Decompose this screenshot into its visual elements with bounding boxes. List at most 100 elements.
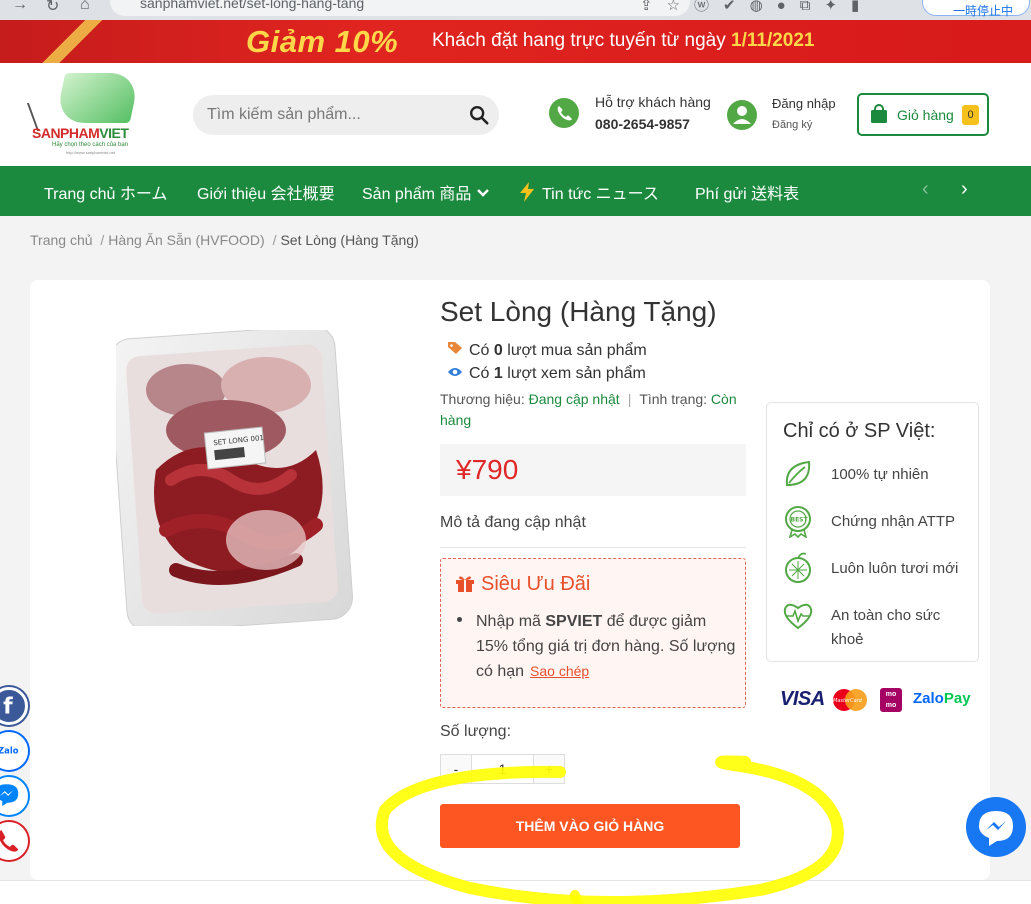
shopping-bag-icon (871, 104, 887, 123)
nav-item-products[interactable]: Sản phẩm 商品 (362, 180, 490, 204)
messenger-icon (0, 784, 19, 807)
svg-text:Zalo: Zalo (0, 746, 19, 756)
fresh-fruit-icon (785, 552, 811, 583)
eye-icon (448, 368, 462, 376)
quantity-label: Số lượng: (440, 723, 512, 740)
messenger-chat-button[interactable] (966, 797, 1026, 857)
phone-call-icon (0, 830, 19, 852)
feature-text: 100% tự nhiên (831, 466, 929, 483)
facebook-button[interactable]: f (0, 687, 28, 725)
reload-icon[interactable]: ↻ (46, 0, 59, 16)
breadcrumb-category[interactable]: Hàng Ăn Sẵn (HVFOOD) (108, 232, 264, 248)
home-icon[interactable]: ⌂ (80, 0, 90, 14)
promo-banner[interactable]: Giảm 10% Khách đặt hang trực tuyến từ ng… (0, 20, 1031, 63)
breadcrumb-home[interactable]: Trang chủ (30, 232, 93, 248)
support-label: Hỗ trợ khách hàng (595, 94, 711, 110)
breadcrumb: Trang chủ / Hàng Ăn Sẵn (HVFOOD) / Set Lòn… (30, 232, 419, 248)
product-description: Mô tả đang cập nhật (440, 514, 586, 531)
add-to-cart-button[interactable]: THÊM VÀO GIỎ HÀNG (440, 804, 740, 848)
nav-item-about[interactable]: Giới thiệu 会社概要 (197, 180, 335, 204)
product-title: Set Lòng (Hàng Tặng) (440, 296, 717, 327)
momo-logo: mo mo (880, 688, 902, 712)
promo-code: SPVIET (545, 613, 603, 630)
nav-item-home[interactable]: Trang chủ ホーム (44, 180, 167, 204)
pause-sync-button[interactable]: 一時停止中 (922, 0, 1030, 18)
breadcrumb-current: Set Lòng (Hàng Tặng) (280, 232, 419, 248)
promo-text: Khách đặt hang trực tuyến từ ngày 1/11/2… (432, 30, 815, 51)
brand-label: Thương hiệu: (440, 391, 525, 407)
cart-label: Giỏ hàng (897, 107, 954, 123)
mastercard-logo: MasterCard (833, 689, 867, 711)
tag-icon (448, 342, 462, 354)
status-label: Tình trạng: (639, 391, 708, 407)
lightning-icon (520, 182, 534, 202)
zalo-button[interactable]: Zalo (0, 732, 28, 770)
nav-item-news[interactable]: Tin tức ニュース (518, 180, 659, 204)
feature-text: Luôn luôn tươi mới (831, 560, 959, 577)
register-link[interactable]: Đăng ký (772, 119, 812, 131)
search-box (193, 95, 499, 135)
heart-pulse-icon (783, 603, 813, 630)
svg-text:BEST: BEST (791, 517, 809, 524)
page-footer-edge (0, 880, 1031, 904)
price-box: ¥790 (440, 444, 746, 496)
best-badge-icon: BEST (785, 506, 811, 538)
deal-text: Nhập mã SPVIET để được giảm 15% tổng giá… (476, 613, 736, 680)
features-box: Chỉ có ở SP Việt: 100% tự nhiên BEST Chứ… (766, 402, 979, 662)
quantity-plus-button[interactable]: + (534, 755, 564, 783)
logo-slogan: Hãy chọn theo cách của bạn (52, 142, 129, 148)
zalopay-logo: ZaloPay (913, 690, 971, 707)
logo-url: http://www.sanphamviet.net (66, 150, 115, 155)
leaf-icon (785, 460, 811, 487)
phone-icon (549, 98, 579, 128)
deal-box: Siêu Ưu Đãi Nhập mã SPVIET để được giảm … (440, 558, 746, 708)
search-input[interactable] (207, 103, 457, 127)
nav-next-icon[interactable]: › (961, 178, 968, 201)
search-icon[interactable] (468, 104, 490, 126)
promo-headline: Giảm 10% (246, 24, 399, 59)
purchase-count: Có 0 lượt mua sản phẩm (447, 341, 647, 360)
messenger-icon (979, 811, 1013, 846)
bullet (457, 617, 462, 622)
quantity-input[interactable]: 1 (471, 755, 534, 783)
logo-wordmark: SANPHAMVIET (32, 125, 129, 141)
phone-call-button[interactable] (0, 822, 28, 860)
site-logo[interactable]: SANPHAMVIET Hãy chọn theo cách của bạn h… (26, 73, 142, 158)
support-phone[interactable]: 080-2654-9857 (595, 116, 690, 132)
site-header: SANPHAMVIET Hãy chọn theo cách của bạn h… (0, 63, 1031, 166)
banner-decoration (40, 20, 110, 63)
quantity-minus-button[interactable]: - (441, 755, 471, 783)
nav-item-shipping[interactable]: Phí gửi 送料表 (695, 180, 799, 204)
brand-value[interactable]: Đang cập nhật (529, 391, 620, 407)
browser-toolbar: → ↻ ⌂ sanphamviet.net/set-long-hang-tang… (0, 0, 1031, 20)
svg-text:MasterCard: MasterCard (833, 698, 863, 704)
gift-icon (456, 576, 474, 592)
back-arrow-icon[interactable]: → (12, 0, 28, 14)
breadcrumb-separator: / (100, 232, 105, 248)
zalo-icon: Zalo (0, 746, 19, 756)
copy-code-link[interactable]: Sao chép (530, 663, 589, 679)
quantity-stepper: - 1 + (440, 754, 565, 784)
user-icon (727, 100, 757, 130)
svg-text:f: f (3, 695, 13, 720)
cart-count-badge: 0 (962, 105, 979, 125)
chevron-down-icon (476, 189, 489, 197)
messenger-button[interactable] (0, 777, 28, 815)
breadcrumb-separator: / (272, 232, 277, 248)
divider (440, 547, 746, 548)
payment-methods: VISA MasterCard mo mo ZaloPay (780, 688, 971, 712)
features-title: Chỉ có ở SP Việt: (783, 420, 936, 442)
visa-logo: VISA (780, 688, 825, 710)
nav-prev-icon[interactable]: ‹ (922, 178, 929, 201)
login-link[interactable]: Đăng nhập (772, 96, 836, 111)
address-text[interactable]: sanphamviet.net/set-long-hang-tang (140, 0, 364, 11)
product-photo[interactable]: SET LONG 001 (116, 330, 376, 626)
cart-button[interactable]: Giỏ hàng 0 (857, 93, 989, 136)
feature-text: An toàn cho sức khoẻ (831, 607, 941, 648)
feature-text: Chứng nhận ATTP (831, 513, 955, 530)
deal-title: Siêu Ưu Đãi (455, 573, 590, 596)
extension-icons[interactable]: ⇪☆ⓦ✔◍●⧉✦▮ (640, 0, 873, 15)
product-price: ¥790 (456, 454, 519, 485)
main-nav: Trang chủ ホーム Giới thiệu 会社概要 Sản phẩm 商… (0, 166, 1031, 216)
product-meta: Thương hiệu: Đang cập nhật | Tình trạng: C… (440, 391, 737, 428)
